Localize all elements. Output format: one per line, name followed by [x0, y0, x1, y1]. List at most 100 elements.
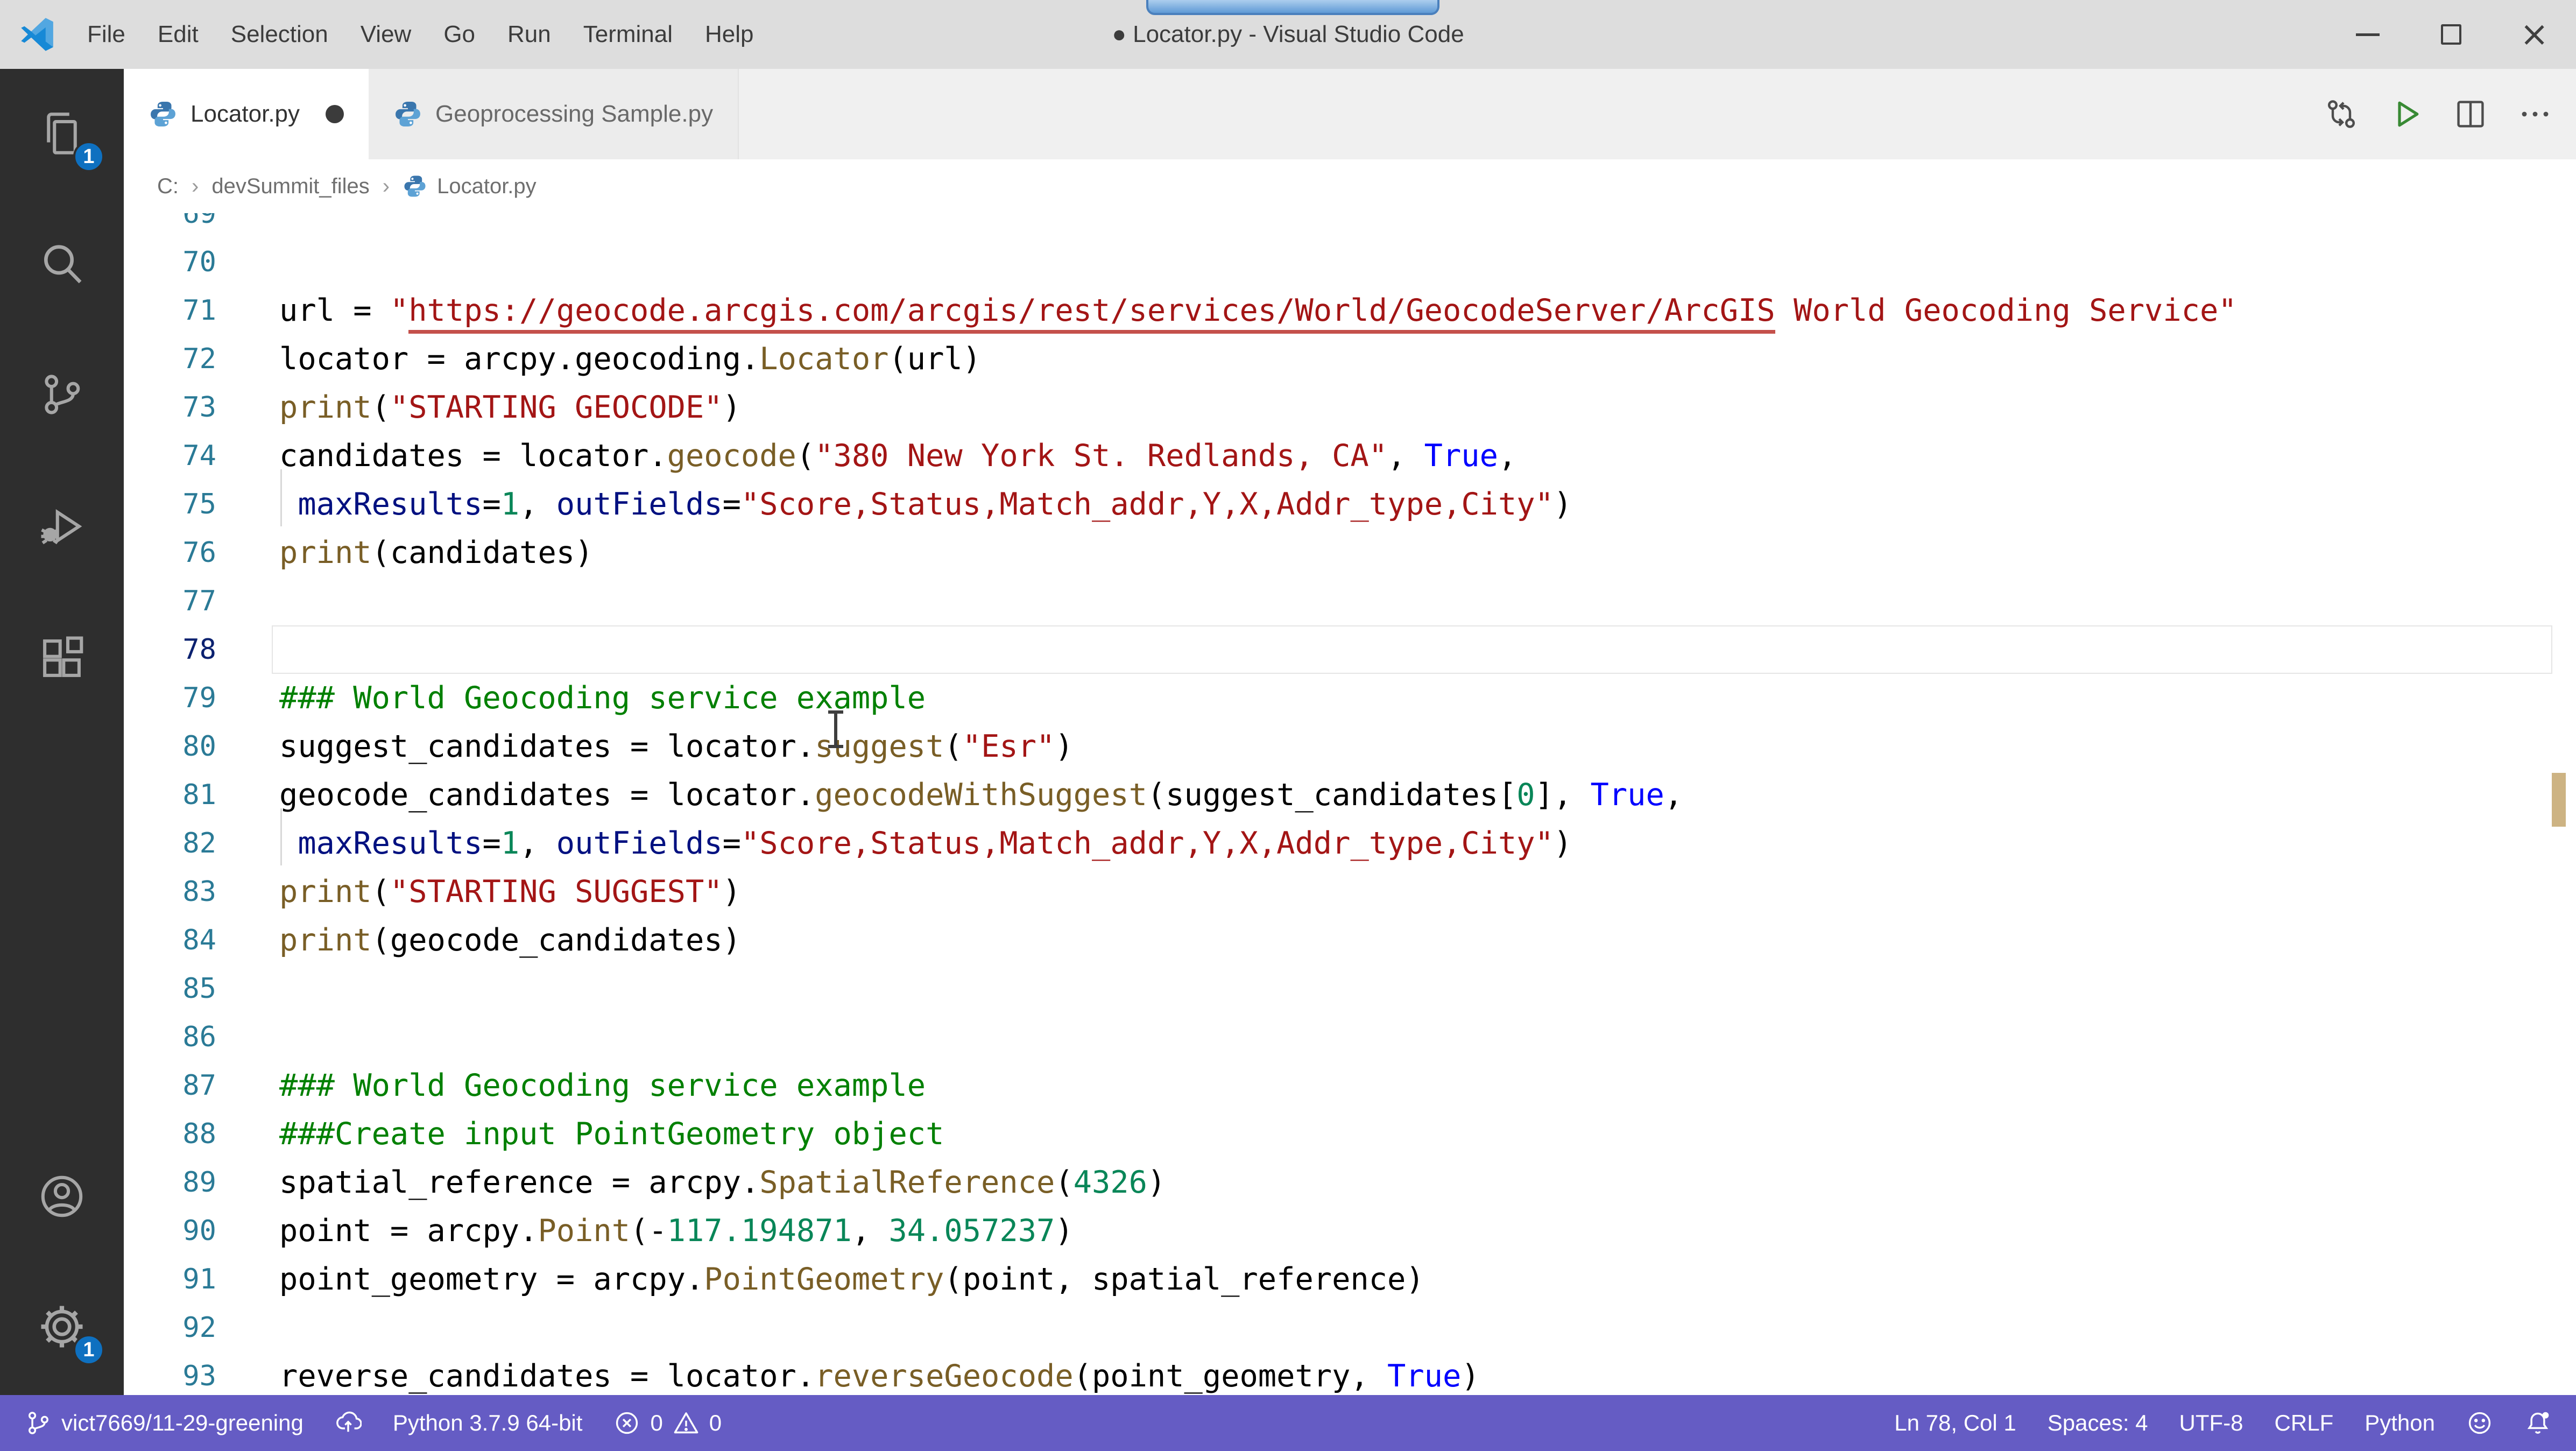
token: outFields	[556, 487, 723, 522]
code-text: maxResults=1, outFields="Score,Status,Ma…	[279, 819, 1572, 868]
line-number: 77	[182, 585, 216, 617]
python-file-icon	[393, 100, 435, 129]
status-language-mode[interactable]: Python	[2365, 1395, 2435, 1451]
code-text: geocode_candidates = locator.geocodeWith…	[279, 771, 1683, 819]
menu-help[interactable]: Help	[689, 0, 770, 69]
code-line: 90 point = arcpy.Point(-117.194871, 34.05…	[124, 1207, 2576, 1255]
status-problems[interactable]: 00	[613, 1395, 722, 1451]
code-text: maxResults=1, outFields="Score,Status,Ma…	[279, 480, 1572, 529]
warnings-count: 0	[709, 1410, 722, 1435]
line-number: 79	[182, 682, 216, 714]
menu-file[interactable]: File	[71, 0, 142, 69]
settings-badge: 1	[73, 1334, 104, 1365]
line-number: 85	[182, 973, 216, 1005]
more-actions-button[interactable]	[2518, 97, 2552, 131]
token: =	[482, 826, 501, 861]
code-line: 71 url = "https://geocode.arcgis.com/arcg…	[124, 286, 2576, 335]
menu-terminal[interactable]: Terminal	[567, 0, 689, 69]
token: ,	[519, 487, 556, 522]
split-editor-icon	[2453, 97, 2488, 131]
breadcrumb-item[interactable]: Locator.py	[437, 174, 537, 199]
code-text: point = arcpy.Point(-117.194871, 34.0572…	[279, 1207, 1074, 1255]
status-bell[interactable]	[2524, 1395, 2551, 1451]
line-number: 87	[182, 1069, 216, 1102]
activity-source-control[interactable]	[0, 346, 124, 443]
code-text: locator = arcpy.geocoding.Locator(url)	[279, 335, 981, 383]
menu-selection[interactable]: Selection	[215, 0, 344, 69]
status-eol[interactable]: CRLF	[2275, 1395, 2334, 1451]
activity-account[interactable]	[0, 1148, 124, 1245]
token: (suggest_candidates[	[1147, 777, 1517, 813]
status-indentation[interactable]: Spaces: 4	[2048, 1395, 2148, 1451]
token: (-	[630, 1213, 667, 1249]
run-icon	[2389, 97, 2423, 131]
token: spatial_reference = arcpy.	[279, 1165, 760, 1200]
code-text: ###Create input PointGeometry object	[279, 1110, 944, 1158]
activity-settings[interactable]: 1	[0, 1278, 124, 1375]
token: =	[722, 826, 741, 861]
menu-edit[interactable]: Edit	[142, 0, 215, 69]
menu-run[interactable]: Run	[491, 0, 567, 69]
breadcrumb[interactable]: C: › devSummit_files › Locator.py	[124, 159, 2576, 213]
encoding-label: UTF-8	[2179, 1410, 2243, 1435]
status-python-interpreter[interactable]: Python 3.7.9 64-bit	[393, 1395, 583, 1451]
extensions-icon	[38, 635, 86, 682]
split-editor-button[interactable]	[2453, 97, 2488, 131]
token: 117.194871	[667, 1213, 852, 1249]
vscode-logo-icon	[18, 16, 56, 53]
more-actions-icon	[2518, 97, 2552, 131]
activity-explorer[interactable]: 1	[0, 85, 124, 182]
python-file-icon	[149, 100, 190, 129]
tab-label: Locator.py	[190, 101, 300, 127]
line-number: 80	[182, 730, 216, 763]
minimize-button[interactable]	[2326, 0, 2409, 69]
breadcrumb-separator-icon: ›	[192, 174, 199, 198]
token: SpatialReference	[759, 1165, 1055, 1200]
code-line: 78	[124, 625, 2576, 674]
run-debug-icon	[38, 503, 86, 550]
activity-run-debug[interactable]	[0, 478, 124, 575]
status-git-branch[interactable]: vict7669/11-29-greening	[25, 1395, 304, 1451]
status-sync[interactable]	[335, 1395, 362, 1451]
status-encoding[interactable]: UTF-8	[2179, 1395, 2243, 1451]
close-button[interactable]: ×	[2493, 0, 2576, 69]
git-branch-icon	[25, 1410, 52, 1436]
status-feedback[interactable]	[2466, 1395, 2493, 1451]
token: (url)	[888, 341, 982, 377]
dirty-indicator[interactable]	[326, 105, 344, 123]
token: (point_geometry,	[1073, 1358, 1388, 1394]
tab-geoprocessing-sample-py[interactable]: Geoprocessing Sample.py	[369, 69, 739, 159]
breadcrumb-item[interactable]: devSummit_files	[211, 174, 369, 199]
activity-extensions[interactable]	[0, 610, 124, 707]
token: "380 New York St. Redlands, CA"	[815, 438, 1388, 474]
token: geocode_candidates = locator.	[279, 777, 815, 813]
breadcrumb-item[interactable]: C:	[157, 174, 179, 199]
code-line: 91 point_geometry = arcpy.PointGeometry(p…	[124, 1255, 2576, 1304]
code-line: 73 print("STARTING GEOCODE")	[124, 383, 2576, 432]
maximize-button[interactable]	[2409, 0, 2493, 69]
status-cursor-position[interactable]: Ln 78, Col 1	[1894, 1395, 2016, 1451]
token: reverseGeocode	[815, 1358, 1074, 1394]
token: "Esr"	[962, 729, 1055, 764]
search-icon	[38, 240, 86, 287]
open-changes-button[interactable]	[2324, 97, 2359, 131]
line-number: 81	[182, 779, 216, 811]
tab-locator-py[interactable]: Locator.py	[124, 69, 369, 159]
overview-ruler-marker	[2552, 773, 2566, 827]
branch-name: vict7669/11-29-greening	[61, 1410, 304, 1435]
editor-actions	[2324, 69, 2552, 159]
token: )	[1553, 826, 1572, 861]
token: "Score,Status,Match_addr,Y,X,Addr_type,C…	[740, 826, 1554, 861]
code-text: suggest_candidates = locator.suggest("Es…	[279, 722, 1074, 771]
token: (	[371, 874, 390, 910]
activity-search[interactable]	[0, 215, 124, 312]
menu-view[interactable]: View	[344, 0, 428, 69]
editor[interactable]: C: › devSummit_files › Locator.py 69 70 71 url …	[124, 159, 2576, 1395]
menu-go[interactable]: Go	[427, 0, 491, 69]
run-button[interactable]	[2389, 97, 2423, 131]
token: "STARTING SUGGEST"	[390, 874, 723, 910]
line-number: 78	[182, 633, 216, 666]
code-text: print("STARTING GEOCODE")	[279, 383, 741, 432]
code-line: 84 print(geocode_candidates)	[124, 916, 2576, 964]
